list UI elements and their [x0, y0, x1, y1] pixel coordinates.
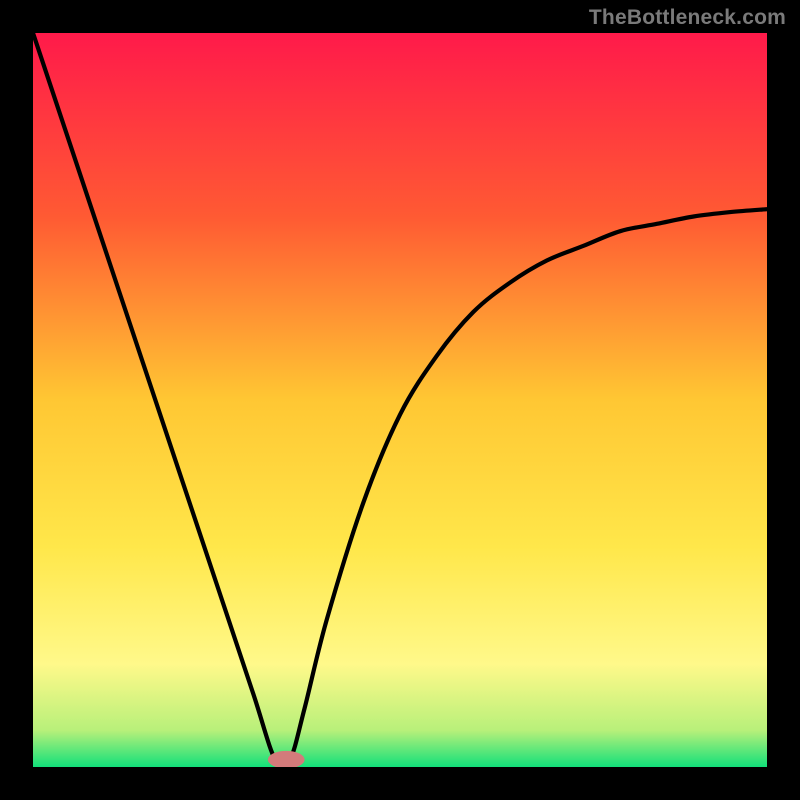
chart-svg — [33, 33, 767, 767]
plot-area — [33, 33, 767, 767]
gradient-background — [33, 33, 767, 767]
chart-frame: TheBottleneck.com — [0, 0, 800, 800]
watermark-text: TheBottleneck.com — [589, 6, 786, 30]
